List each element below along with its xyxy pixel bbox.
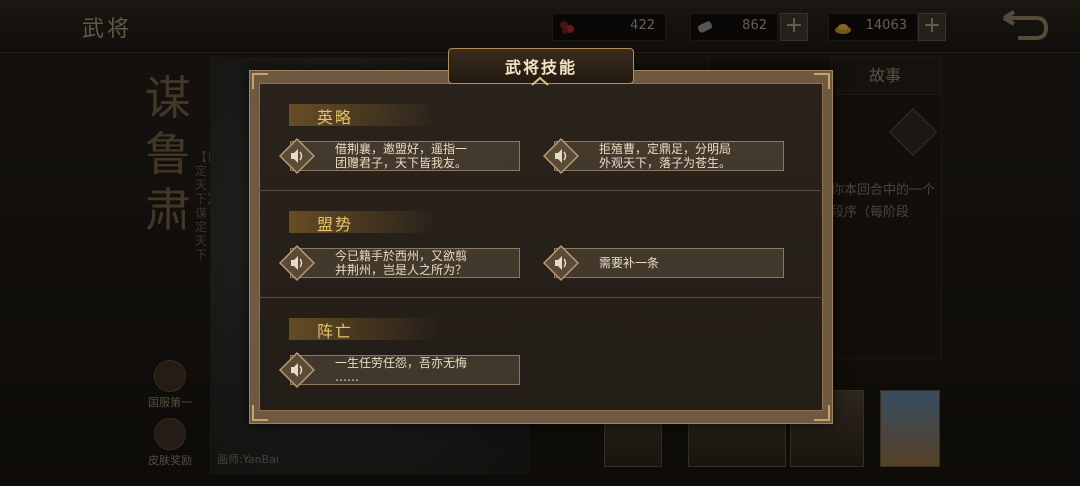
voice-line-text: 需要补一条 — [599, 256, 660, 270]
voice-line[interactable]: 今已籍手於西州，又欲翦 并荆州，岂是人之所为？ — [278, 244, 520, 282]
chevron-up-icon — [531, 76, 549, 86]
voice-line[interactable]: 一生任劳任怨，吾亦无悔 …… — [278, 351, 520, 389]
speaker-icon[interactable] — [541, 136, 581, 176]
speaker-icon[interactable] — [541, 243, 581, 283]
modal-title: 武将技能 — [504, 58, 577, 77]
speaker-icon[interactable] — [277, 243, 317, 283]
voice-line-text: 一生任劳任怨，吾亦无悔 …… — [335, 356, 468, 384]
speaker-icon[interactable] — [277, 136, 317, 176]
speaker-icon[interactable] — [277, 350, 317, 390]
section-label-mengshi: 盟势 — [289, 211, 439, 234]
voice-line-text: 拒殖曹，定鼎足，分明局 外观天下，落子为苍生。 — [599, 142, 732, 170]
voice-line-text: 借荆襄，邀盟好，遥指一 团赠君子，天下皆我友。 — [335, 142, 468, 170]
section-divider — [259, 190, 821, 191]
section-label-zhenwang: 阵亡 — [289, 318, 439, 341]
section-divider — [259, 297, 821, 298]
section-label-yinglue: 英略 — [289, 104, 439, 127]
voice-line[interactable]: 借荆襄，邀盟好，遥指一 团赠君子，天下皆我友。 — [278, 137, 520, 175]
voice-line-text: 今已籍手於西州，又欲翦 并荆州，岂是人之所为？ — [335, 249, 468, 277]
voice-line[interactable]: 需要补一条 — [542, 244, 784, 282]
voice-line[interactable]: 拒殖曹，定鼎足，分明局 外观天下，落子为苍生。 — [542, 137, 784, 175]
